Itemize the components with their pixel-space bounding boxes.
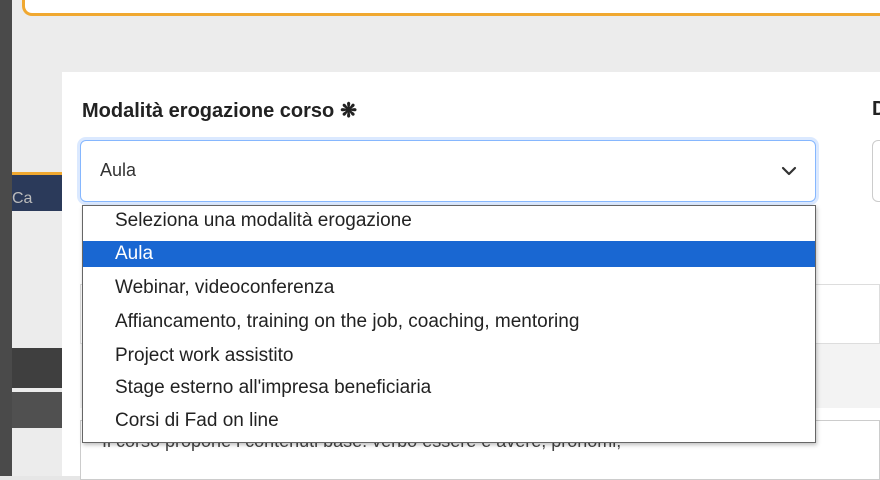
- background-block: [12, 392, 62, 428]
- select-option[interactable]: Stage esterno all'impresa beneficiaria: [83, 375, 815, 401]
- select-value: Aula: [100, 160, 137, 180]
- background-block: [12, 348, 62, 388]
- select-option[interactable]: Project work assistito: [83, 343, 815, 369]
- required-asterisk-icon: ❋: [340, 100, 358, 122]
- next-field-select[interactable]: [872, 140, 880, 202]
- left-page-strip: [0, 0, 12, 476]
- select-option-selected[interactable]: Aula: [83, 241, 815, 267]
- select-option[interactable]: Webinar, videoconferenza: [83, 275, 815, 301]
- select-option[interactable]: Corsi di Fad on line: [83, 408, 815, 434]
- modalita-erogazione-select[interactable]: Aula: [80, 140, 816, 202]
- background-nav-text: Ca: [12, 190, 33, 207]
- select-option[interactable]: Affiancamento, training on the job, coac…: [83, 309, 815, 335]
- field-label-text: Modalità erogazione corso: [82, 100, 335, 122]
- field-label: Modalità erogazione corso ❋: [82, 98, 357, 123]
- select-option[interactable]: Seleziona una modalità erogazione: [83, 208, 815, 234]
- next-field-label: D: [872, 98, 880, 120]
- chevron-down-icon: [781, 166, 797, 176]
- modal-top-edge: [22, 0, 880, 16]
- select-dropdown-list: Seleziona una modalità erogazione Aula W…: [82, 205, 816, 443]
